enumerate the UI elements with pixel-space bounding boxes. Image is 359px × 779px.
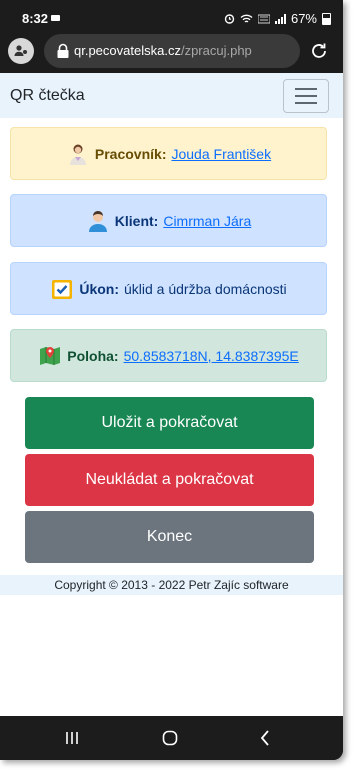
browser-toolbar: qr.pecovatelska.cz/zpracuj.php bbox=[0, 32, 343, 70]
location-label: Poloha: bbox=[67, 347, 119, 364]
recent-apps-icon[interactable] bbox=[62, 728, 82, 748]
footer-copyright: Copyright © 2013 - 2022 Petr Zajíc softw… bbox=[0, 575, 343, 595]
end-button[interactable]: Konec bbox=[25, 511, 314, 563]
url-text: qr.pecovatelska.cz/zpracuj.php bbox=[74, 43, 252, 58]
account-icon[interactable] bbox=[8, 38, 34, 64]
home-icon[interactable] bbox=[160, 728, 180, 748]
worker-alert: Pracovník: Jouda František bbox=[10, 127, 327, 180]
battery-percent: 67% bbox=[290, 11, 317, 26]
hamburger-icon bbox=[295, 88, 317, 90]
system-nav-bar bbox=[0, 716, 343, 760]
status-bar: 8:32 67% bbox=[0, 0, 343, 32]
volte-icon bbox=[257, 14, 270, 23]
client-label: Klient: bbox=[114, 212, 159, 229]
site-info-icon[interactable] bbox=[56, 43, 70, 59]
back-icon[interactable] bbox=[255, 728, 275, 748]
status-icons: 67% bbox=[224, 11, 331, 26]
url-path: /zpracuj.php bbox=[180, 43, 252, 58]
navbar-brand[interactable]: QR čtečka bbox=[10, 87, 85, 105]
worker-icon bbox=[69, 144, 86, 165]
worker-link[interactable]: Jouda František bbox=[171, 146, 271, 162]
phone-screen: 8:32 67% qr.pecovatelska.cz/zpracuj.php … bbox=[0, 0, 343, 760]
save-continue-button[interactable]: Uložit a pokračovat bbox=[25, 397, 314, 449]
status-time: 8:32 bbox=[22, 11, 49, 26]
task-label: Úkon: bbox=[79, 280, 119, 297]
location-link[interactable]: 50.8583718N, 14.8387395E bbox=[124, 348, 299, 364]
hamburger-icon bbox=[295, 95, 317, 97]
hamburger-icon bbox=[295, 102, 317, 104]
discard-continue-button[interactable]: Neukládat a pokračovat bbox=[25, 454, 314, 506]
url-domain: qr.pecovatelska.cz bbox=[74, 43, 181, 58]
task-alert: Úkon: úklid a údržba domácnosti bbox=[10, 262, 327, 315]
location-alert: Poloha: 50.8583718N, 14.8387395E bbox=[10, 329, 327, 382]
alarm-icon bbox=[224, 14, 235, 24]
map-icon bbox=[40, 346, 61, 365]
address-bar[interactable]: qr.pecovatelska.cz/zpracuj.php bbox=[44, 34, 300, 68]
task-value: úklid a údržba domácnosti bbox=[124, 280, 287, 297]
menu-toggle-button[interactable] bbox=[283, 79, 329, 113]
camera-icon bbox=[51, 15, 60, 21]
battery-icon bbox=[322, 12, 331, 25]
client-link[interactable]: Cimrman Jára bbox=[163, 213, 251, 229]
client-alert: Klient: Cimrman Jára bbox=[10, 194, 327, 247]
web-page: QR čtečka Pracovník: Jouda František Kli… bbox=[0, 73, 343, 716]
reload-icon[interactable] bbox=[308, 40, 330, 62]
wifi-icon bbox=[240, 14, 253, 23]
client-icon bbox=[88, 210, 107, 232]
worker-label: Pracovník: bbox=[94, 145, 167, 162]
checklist-icon bbox=[52, 279, 73, 299]
signal-icon bbox=[274, 13, 286, 24]
navbar: QR čtečka bbox=[0, 73, 343, 118]
